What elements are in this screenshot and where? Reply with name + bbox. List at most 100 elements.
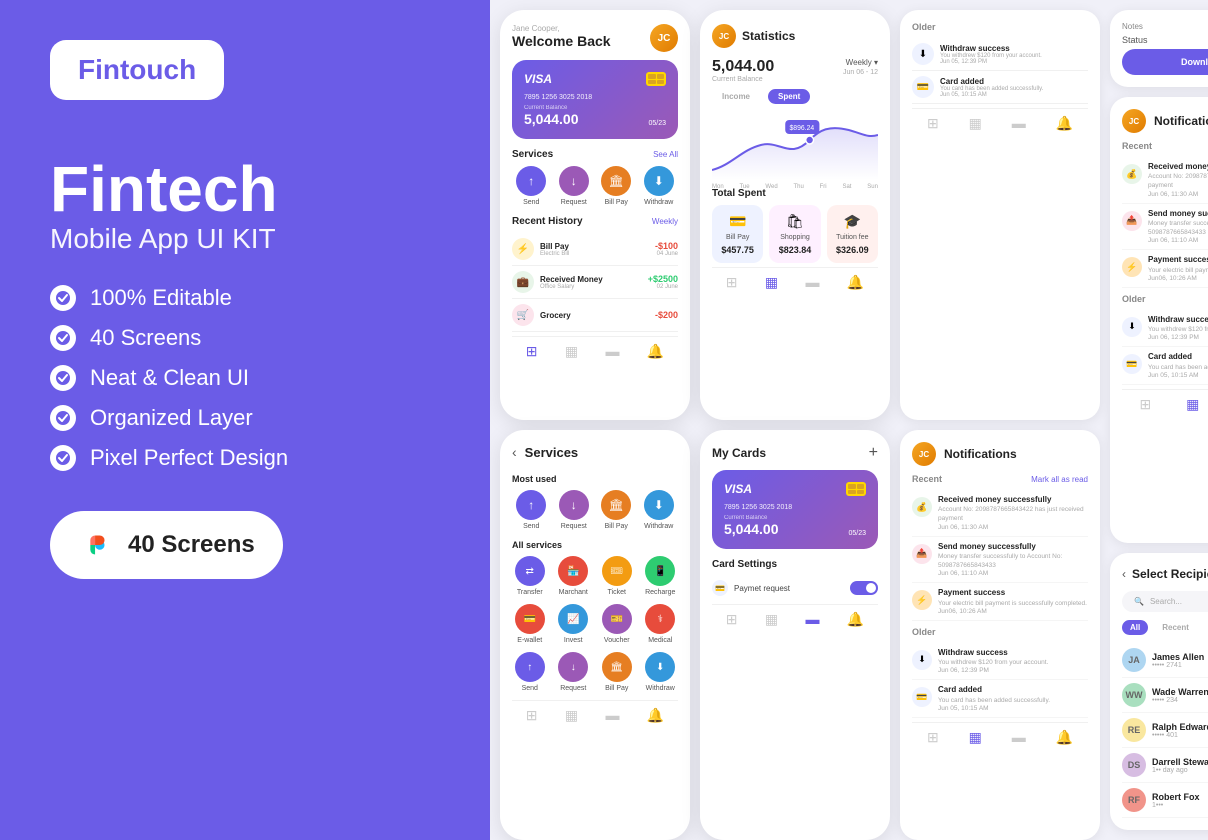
opnav-home[interactable]: ⊞	[927, 115, 939, 132]
screens-badge[interactable]: 40 Screens	[50, 511, 283, 579]
history-period[interactable]: Weekly	[652, 217, 678, 226]
svc-transfer[interactable]: ⇄ Transfer	[512, 556, 548, 596]
recip-robert[interactable]: RF Robert Fox 1••• ♥ ⋮	[1122, 783, 1208, 818]
recip-darrell[interactable]: DS Darrell Steward 1•• day ago ♡ ⋮	[1122, 748, 1208, 783]
npnav-stats[interactable]: ▦	[969, 729, 982, 746]
ns-older-withdraw: ⬇ Withdraw success You withdrew $120 fro…	[1122, 310, 1208, 347]
npnav-bell[interactable]: 🔔	[1056, 729, 1073, 746]
svc-send2[interactable]: ↑ Send	[512, 652, 548, 692]
recip-search-box[interactable]: 🔍 Search...	[1122, 591, 1208, 612]
features-list: 100% Editable 40 Screens Neat & Clean UI…	[50, 285, 440, 471]
service-billpay[interactable]: 🏛 Bill Pay	[597, 166, 636, 206]
screens-badge-text: 40 Screens	[128, 531, 255, 559]
nav-bell-icon[interactable]: 🔔	[647, 343, 664, 360]
stat-period[interactable]: Weekly ▾	[846, 58, 878, 67]
filter-favourite[interactable]: Favourite	[1203, 620, 1208, 635]
opnav-stats[interactable]: ▦	[969, 115, 982, 132]
svg-text:$896.24: $896.24	[790, 125, 815, 132]
nav2-stats-icon[interactable]: ▦	[565, 707, 578, 724]
nav4-home-icon[interactable]: ⊞	[726, 611, 738, 628]
notif-avatar: JC	[912, 442, 936, 466]
history-received-amount: +$2500	[648, 274, 678, 284]
see-all-link[interactable]: See All	[653, 150, 678, 159]
logo-box: Fintouch	[50, 40, 224, 100]
svc-request2[interactable]: ↓ Request	[556, 652, 592, 692]
svc-withdraw2[interactable]: ⬇ Withdraw	[643, 652, 679, 692]
recip-james[interactable]: JA James Allen ••••• 2741 ♡ ⋮	[1122, 643, 1208, 678]
nav-home-icon[interactable]: ⊞	[526, 343, 538, 360]
ns-older-withdraw-sub: You withdrew $120 from your account.	[1148, 325, 1208, 334]
history-grocery-amount: -$200	[655, 310, 678, 320]
nav3-card-icon[interactable]: ▬	[805, 274, 819, 291]
svc-merchant-icon: 🏪	[558, 556, 588, 586]
nsnav-grid[interactable]: ▦	[1186, 396, 1199, 413]
payment-request-icon: 💳	[712, 580, 728, 596]
nav4-stats-icon[interactable]: ▦	[765, 611, 778, 628]
svc-medical[interactable]: ⚕ Medical	[643, 604, 679, 644]
nav-card-icon[interactable]: ▬	[605, 343, 619, 360]
svc-ewallet[interactable]: 💳 E-wallet	[512, 604, 548, 644]
nav3-bell-icon[interactable]: 🔔	[847, 274, 864, 291]
service-request[interactable]: ↓ Request	[555, 166, 594, 206]
svc-voucher[interactable]: 🎫 Voucher	[599, 604, 635, 644]
all-services-label: All services	[512, 540, 678, 550]
phone1-nav: ⊞ ▦ ▬ 🔔	[512, 336, 678, 362]
nav2-card-icon[interactable]: ▬	[605, 707, 619, 724]
svc-invest[interactable]: 📈 Invest	[556, 604, 592, 644]
mu-withdraw[interactable]: ⬇ Withdraw	[640, 490, 679, 530]
nav2-bell-icon[interactable]: 🔔	[647, 707, 664, 724]
back-button[interactable]: ‹	[512, 444, 517, 460]
notif-send-content: Send money successfully Money transfer s…	[938, 542, 1088, 578]
mu-send[interactable]: ↑ Send	[512, 490, 551, 530]
nav4-bell-icon[interactable]: 🔔	[847, 611, 864, 628]
service-send[interactable]: ↑ Send	[512, 166, 551, 206]
svc-billpay2[interactable]: 🏛 Bill Pay	[599, 652, 635, 692]
filter-all[interactable]: All	[1122, 620, 1148, 635]
npnav-card[interactable]: ▬	[1012, 729, 1026, 746]
services-screen-title: Services	[525, 445, 579, 460]
notif-recent-label: Recent	[912, 474, 942, 484]
payment-request-toggle[interactable]	[850, 581, 878, 595]
check-icon-5	[50, 445, 76, 471]
nav3-home-icon[interactable]: ⊞	[726, 274, 738, 291]
recip-back-button[interactable]: ‹	[1122, 567, 1126, 581]
tab-spent[interactable]: Spent	[768, 89, 810, 104]
mu-request-label: Request	[561, 523, 587, 530]
mu-request[interactable]: ↓ Request	[555, 490, 594, 530]
send-label: Send	[523, 199, 539, 206]
filter-recent[interactable]: Recent	[1154, 620, 1197, 635]
recip-wade[interactable]: WW Wade Warren ••••• 234 ♥ ⋮	[1122, 678, 1208, 713]
add-card-button[interactable]: +	[869, 444, 878, 462]
svc-voucher-label: Voucher	[604, 637, 630, 644]
svc-ticket[interactable]: 🎟 Ticket	[599, 556, 635, 596]
download-receipt-button[interactable]: Download Receipt	[1122, 49, 1208, 75]
svc-merchant[interactable]: 🏪 Marchant	[556, 556, 592, 596]
recip-robert-info: Robert Fox 1•••	[1152, 792, 1208, 809]
recip-ralph[interactable]: RE Ralph Edwards ••••• 401 ♡ ⋮	[1122, 713, 1208, 748]
visa-card: VISA 7895 1256 3025 2018 Current Balance…	[512, 60, 678, 139]
svc-recharge[interactable]: 📱 Recharge	[643, 556, 679, 596]
tab-income[interactable]: Income	[712, 89, 760, 104]
opnav-card[interactable]: ▬	[1012, 115, 1026, 132]
spent-tuition-amt: $326.09	[836, 245, 869, 255]
npnav-home[interactable]: ⊞	[927, 729, 939, 746]
notif-send-money: 📤 Send money successfully Money transfer…	[912, 537, 1088, 584]
opnav-bell[interactable]: 🔔	[1056, 115, 1073, 132]
svc-request2-icon: ↓	[558, 652, 588, 682]
nav-stats-icon[interactable]: ▦	[565, 343, 578, 360]
service-withdraw[interactable]: ⬇ Withdraw	[640, 166, 679, 206]
mark-all-read-link[interactable]: Mark all as read	[1031, 475, 1088, 484]
greeting-text: Jane Cooper,	[512, 24, 611, 33]
nav2-home-icon[interactable]: ⊞	[526, 707, 538, 724]
feature-item-4: Organized Layer	[50, 405, 440, 431]
nav3-stats-icon[interactable]: ▦	[765, 274, 778, 291]
recip-robert-avatar: RF	[1122, 788, 1146, 812]
nsnav-home[interactable]: ⊞	[1139, 396, 1151, 413]
svc-send2-icon: ↑	[515, 652, 545, 682]
ns-older-withdraw-title: Withdraw success	[1148, 315, 1208, 325]
notif-send-title: Send money successfully	[938, 542, 1088, 552]
nav4-card-icon[interactable]: ▬	[805, 611, 819, 628]
ns-older-card-content: Card added You card has been added succe…	[1148, 352, 1208, 378]
svc-merchant-label: Marchant	[559, 589, 588, 596]
mu-billpay[interactable]: 🏛 Bill Pay	[597, 490, 636, 530]
